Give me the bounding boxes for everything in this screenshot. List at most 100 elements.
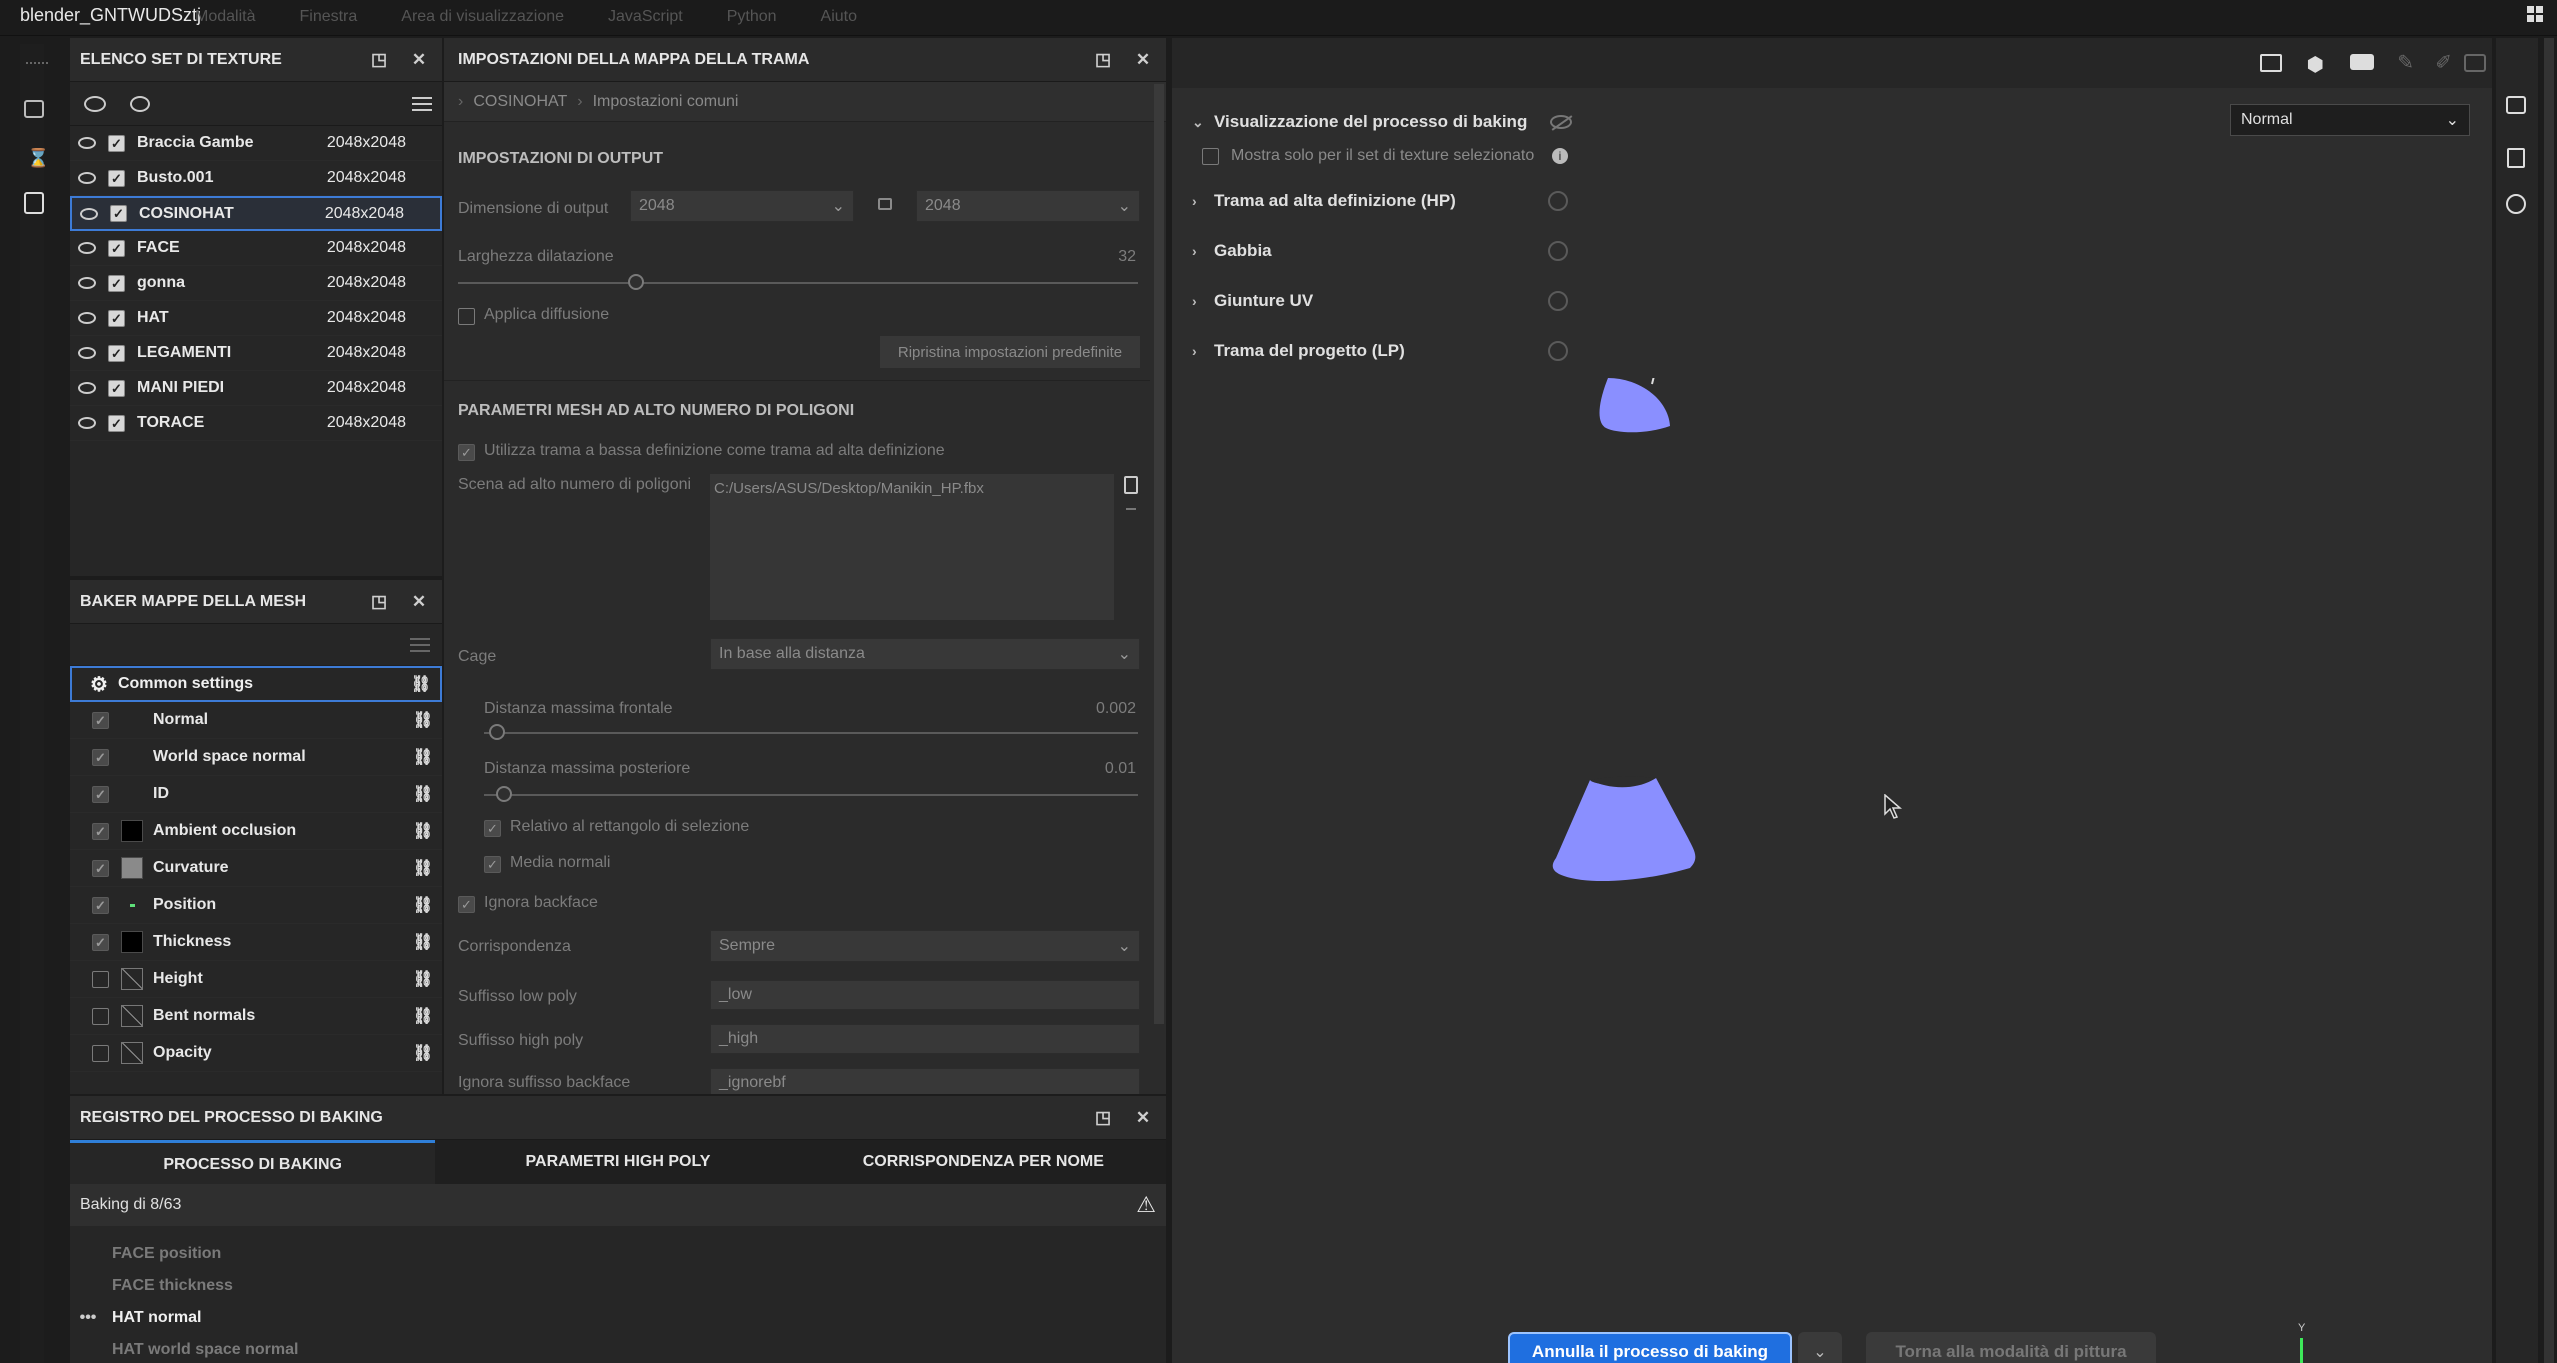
eye-icon[interactable] xyxy=(78,137,96,149)
screenshot-icon[interactable] xyxy=(2464,54,2486,72)
link-icon[interactable]: ⛓ xyxy=(410,932,436,952)
texture-set-icon[interactable] xyxy=(24,100,44,118)
baker-map-row[interactable]: ✓ Normal ⛓ xyxy=(70,702,442,739)
match-select[interactable]: Sempre ⌄ xyxy=(710,930,1140,962)
hourglass-icon[interactable]: ⌛ xyxy=(27,148,49,169)
menu-item-javascript[interactable]: JavaScript xyxy=(608,8,683,26)
ignore-backface-suffix-input[interactable]: _ignorebf xyxy=(710,1068,1140,1094)
undock-icon[interactable]: ◳ xyxy=(366,47,392,73)
lowpoly-suffix-input[interactable]: _low xyxy=(710,980,1140,1010)
baker-map-checkbox[interactable] xyxy=(92,970,109,988)
eye-icon[interactable] xyxy=(78,172,96,184)
tab-parametri[interactable]: PARAMETRI HIGH POLY xyxy=(435,1140,800,1184)
eye-icon[interactable] xyxy=(80,207,98,220)
baker-map-row[interactable]: Opacity ⛓ xyxy=(70,1035,442,1072)
close-icon[interactable]: ✕ xyxy=(406,589,432,615)
tree-row[interactable]: › Giunture UV xyxy=(1172,276,1612,326)
link-icon[interactable]: ⛓ xyxy=(408,674,434,694)
baker-map-row[interactable]: ✓ Thickness ⛓ xyxy=(70,924,442,961)
paint-icon[interactable]: ✐ xyxy=(2435,50,2452,75)
texture-set-row[interactable]: ✓ MANI PIEDI 2048x2048 xyxy=(70,371,442,406)
baker-map-checkbox[interactable]: ✓ xyxy=(92,859,109,877)
dilation-slider-knob[interactable] xyxy=(628,274,645,290)
texture-set-checkbox[interactable]: ✓ xyxy=(108,309,125,327)
show-selected-checkbox[interactable] xyxy=(1202,147,1219,165)
max-front-slider[interactable] xyxy=(484,724,1138,740)
ignore-backface-checkbox[interactable]: ✓ xyxy=(458,896,475,913)
baker-map-row[interactable]: ✓ ID ⛓ xyxy=(70,776,442,813)
tab-corrispondenza[interactable]: CORRISPONDENZA PER NOME xyxy=(801,1140,1166,1184)
eye-icon[interactable] xyxy=(78,242,96,254)
baker-map-row[interactable]: ✓ World space normal ⛓ xyxy=(70,739,442,776)
texture-set-row[interactable]: ✓ TORACE 2048x2048 xyxy=(70,406,442,441)
use-lowpoly-checkbox[interactable]: ✓ xyxy=(458,444,475,461)
baker-icon[interactable] xyxy=(24,192,44,214)
reset-icon[interactable] xyxy=(1548,191,1568,211)
texture-set-checkbox[interactable]: ✓ xyxy=(108,169,125,187)
reset-icon[interactable] xyxy=(1548,241,1568,261)
common-settings-row[interactable]: ⚙ Common settings ⛓ xyxy=(70,666,442,702)
right-edge-scrollbar[interactable] xyxy=(2544,38,2554,1363)
link-icon[interactable]: ⛓ xyxy=(410,969,436,989)
reset-icon[interactable] xyxy=(1548,341,1568,361)
notes-icon[interactable] xyxy=(2507,148,2525,168)
baker-map-checkbox[interactable]: ✓ xyxy=(92,748,109,766)
baker-map-row[interactable]: Height ⛓ xyxy=(70,961,442,998)
menu-item-finestra[interactable]: Finestra xyxy=(299,8,357,26)
undock-icon[interactable]: ◳ xyxy=(366,589,392,615)
texture-set-row[interactable]: ✓ HAT 2048x2048 xyxy=(70,301,442,336)
file-icon[interactable] xyxy=(1124,476,1138,494)
texture-set-checkbox[interactable]: ✓ xyxy=(108,414,125,432)
texture-set-checkbox[interactable]: ✓ xyxy=(110,205,127,222)
list-menu-icon[interactable] xyxy=(412,96,432,111)
info-icon[interactable]: i xyxy=(1552,148,1568,164)
close-icon[interactable]: ✕ xyxy=(406,47,432,73)
viewport-mode-select[interactable]: Normal ⌄ xyxy=(2230,104,2470,136)
lock-icon[interactable] xyxy=(878,198,892,210)
texture-set-row[interactable]: ✓ FACE 2048x2048 xyxy=(70,231,442,266)
baker-map-checkbox[interactable]: ✓ xyxy=(92,896,109,914)
reset-icon[interactable] xyxy=(1548,291,1568,311)
output-height-select[interactable]: 2048 ⌄ xyxy=(916,190,1140,222)
tree-row[interactable]: › Gabbia xyxy=(1172,226,1612,276)
highpoly-suffix-input[interactable]: _high xyxy=(710,1024,1140,1054)
max-front-slider-knob[interactable] xyxy=(489,724,506,740)
output-width-select[interactable]: 2048 ⌄ xyxy=(630,190,854,222)
history-icon[interactable] xyxy=(2506,194,2526,214)
link-icon[interactable]: ⛓ xyxy=(410,1043,436,1063)
baker-map-checkbox[interactable] xyxy=(92,1007,109,1025)
tree-row-visualization[interactable]: ⌄ Visualizzazione del processo di baking xyxy=(1172,108,1612,136)
reset-defaults-button[interactable]: Ripristina impostazioni predefinite xyxy=(880,336,1140,368)
menu-item-area[interactable]: Area di visualizzazione xyxy=(401,8,564,26)
baker-map-checkbox[interactable] xyxy=(92,1044,109,1062)
breadcrumb-item[interactable]: Impostazioni comuni xyxy=(593,93,739,111)
texture-set-checkbox[interactable]: ✓ xyxy=(108,379,125,397)
baker-map-row[interactable]: Bent normals ⛓ xyxy=(70,998,442,1035)
visibility-toggle-icon[interactable] xyxy=(84,95,106,112)
highpoly-scene-list[interactable]: C:/Users/ASUS/Desktop/Manikin_HP.fbx xyxy=(710,474,1114,620)
texture-set-row[interactable]: ✓ Busto.001 2048x2048 xyxy=(70,161,442,196)
link-icon[interactable]: ⛓ xyxy=(410,895,436,915)
baker-map-checkbox[interactable]: ✓ xyxy=(92,822,109,840)
baker-map-row[interactable]: ✓ Position ⛓ xyxy=(70,887,442,924)
texture-set-row[interactable]: ✓ Braccia Gambe 2048x2048 xyxy=(70,126,442,161)
tree-row[interactable]: › Trama del progetto (LP) xyxy=(1172,326,1612,376)
texture-set-checkbox[interactable]: ✓ xyxy=(108,344,125,362)
relative-bbox-checkbox[interactable]: ✓ xyxy=(484,820,501,837)
close-icon[interactable]: ✕ xyxy=(1130,47,1156,73)
texture-set-checkbox[interactable]: ✓ xyxy=(108,134,125,152)
diffusion-checkbox[interactable] xyxy=(458,308,475,325)
undock-icon[interactable]: ◳ xyxy=(1090,1105,1116,1131)
grid-menu-icon[interactable] xyxy=(2527,6,2543,22)
link-icon[interactable]: ⛓ xyxy=(410,747,436,767)
texture-set-checkbox[interactable]: ✓ xyxy=(108,239,125,257)
baker-map-row[interactable]: ✓ Curvature ⛓ xyxy=(70,850,442,887)
close-icon[interactable]: ✕ xyxy=(1130,1105,1156,1131)
dilation-slider[interactable] xyxy=(458,274,1138,290)
cage-select[interactable]: In base alla distanza ⌄ xyxy=(710,638,1140,670)
eye-icon[interactable] xyxy=(78,277,96,289)
settings-icon[interactable] xyxy=(2506,96,2526,114)
settings-scrollbar[interactable] xyxy=(1154,84,1164,1024)
menu-item-python[interactable]: Python xyxy=(727,8,777,26)
brush-icon[interactable]: ✎ xyxy=(2397,50,2414,75)
